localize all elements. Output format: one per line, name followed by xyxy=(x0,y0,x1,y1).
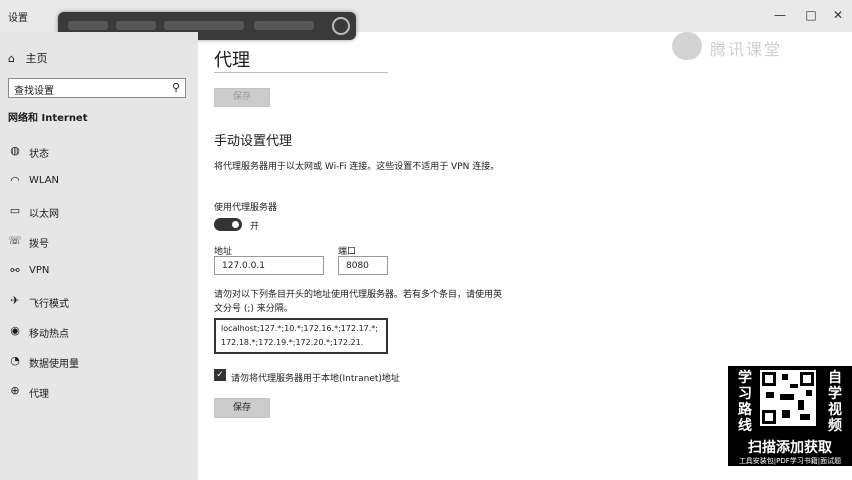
divider xyxy=(214,72,388,73)
sidebar-item-dialup[interactable]: ☏ 拨号 xyxy=(0,230,198,254)
close-button[interactable]: ✕ xyxy=(828,8,848,22)
proxy-toggle[interactable] xyxy=(214,218,242,231)
watermark: 腾讯课堂 xyxy=(672,32,832,64)
title-bar: 设置 — □ ✕ xyxy=(0,0,852,40)
promo-left-text: 学习路线 xyxy=(738,370,752,434)
sidebar-item-status[interactable]: ◍ 状态 xyxy=(0,140,198,164)
hotspot-icon: ◉ xyxy=(10,324,20,337)
sidebar-item-airplane[interactable]: ✈ 飞行模式 xyxy=(0,290,198,314)
sidebar-item-label: 移动热点 xyxy=(29,329,69,340)
promo-subtitle: 工具安装包|PDF学习书籍|面试题 xyxy=(738,457,842,465)
address-field[interactable]: 127.0.0.1 xyxy=(214,256,324,275)
pie-icon: ◔ xyxy=(10,354,20,367)
play-icon xyxy=(672,32,702,60)
search-placeholder: 查找设置 xyxy=(14,86,54,97)
section-heading: 手动设置代理 xyxy=(214,134,293,149)
airplane-icon: ✈ xyxy=(10,294,20,307)
maximize-button[interactable]: □ xyxy=(801,8,821,22)
promo-badge[interactable]: 学习路线 自学视频 扫描添加获取 工具安装包|PDF学习书籍|面试题 xyxy=(728,366,852,466)
toolbar-segment xyxy=(116,21,156,30)
sidebar-item-label: 飞行模式 xyxy=(29,299,69,310)
phone-icon: ☏ xyxy=(8,234,22,247)
description-text: 将代理服务器用于以太网或 Wi-Fi 连接。这些设置不适用于 VPN 连接。 xyxy=(214,162,500,172)
save-button-top[interactable]: 保存 xyxy=(214,88,270,107)
sidebar-item-label: 代理 xyxy=(29,389,49,400)
home-icon: ⌂ xyxy=(8,52,15,65)
page-title: 代理 xyxy=(214,50,250,71)
sidebar: ⌂ 主页 查找设置 ⚲ 网络和 Internet ◍ 状态 ◠ WLAN ▭ 以… xyxy=(0,32,198,480)
sidebar-item-data-usage[interactable]: ◔ 数据使用量 xyxy=(0,350,198,374)
toggle-state: 开 xyxy=(250,222,260,232)
toolbar-segment xyxy=(68,21,108,30)
vpn-icon: ⚯ xyxy=(10,264,20,277)
sidebar-item-ethernet[interactable]: ▭ 以太网 xyxy=(0,200,198,224)
address-value: 127.0.0.1 xyxy=(222,261,265,271)
globe-icon: ⊕ xyxy=(10,384,20,397)
app-title: 设置 xyxy=(8,13,28,24)
toolbar-segment xyxy=(254,21,314,30)
promo-right-text: 自学视频 xyxy=(828,370,842,434)
exceptions-textarea[interactable]: localhost;127.*;10.*;172.16.*;172.17.*;1… xyxy=(214,318,388,354)
save-button[interactable]: 保存 xyxy=(214,398,270,418)
ethernet-icon: ▭ xyxy=(9,204,21,217)
wifi-icon: ◠ xyxy=(10,174,20,187)
sidebar-home[interactable]: ⌂ 主页 xyxy=(8,50,48,66)
promo-cta: 扫描添加获取 xyxy=(748,440,832,456)
sidebar-item-proxy[interactable]: ⊕ 代理 xyxy=(0,380,198,404)
exceptions-label: 请勿对以下列条目开头的地址使用代理服务器。若有多个条目，请使用英文分号 (;) … xyxy=(214,290,503,314)
globe-icon: ◍ xyxy=(10,144,20,157)
section-title: 网络和 Internet xyxy=(8,113,88,124)
home-label: 主页 xyxy=(25,52,48,65)
sidebar-item-vpn[interactable]: ⚯ VPN xyxy=(0,260,198,284)
search-input[interactable]: 查找设置 ⚲ xyxy=(8,78,186,98)
watermark-text: 腾讯课堂 xyxy=(710,40,783,59)
sidebar-item-label: VPN xyxy=(29,265,50,276)
toolbar-segment xyxy=(164,21,244,30)
sidebar-item-wlan[interactable]: ◠ WLAN xyxy=(0,170,198,194)
sidebar-item-label: 拨号 xyxy=(29,239,49,250)
bypass-local-checkbox[interactable]: ✓ xyxy=(214,369,226,381)
use-proxy-label: 使用代理服务器 xyxy=(214,203,278,213)
sidebar-item-hotspot[interactable]: ◉ 移动热点 xyxy=(0,320,198,344)
bypass-local-label: 请勿将代理服务器用于本地(Intranet)地址 xyxy=(231,374,400,384)
sidebar-item-label: 数据使用量 xyxy=(29,359,79,370)
port-value: 8080 xyxy=(346,261,369,271)
sidebar-item-label: WLAN xyxy=(29,175,60,186)
port-field[interactable]: 8080 xyxy=(338,256,388,275)
minimize-button[interactable]: — xyxy=(770,8,790,22)
sidebar-item-label: 以太网 xyxy=(29,209,59,220)
sidebar-item-label: 状态 xyxy=(29,149,49,160)
search-icon[interactable]: ⚲ xyxy=(172,81,180,94)
qr-code xyxy=(760,370,816,426)
